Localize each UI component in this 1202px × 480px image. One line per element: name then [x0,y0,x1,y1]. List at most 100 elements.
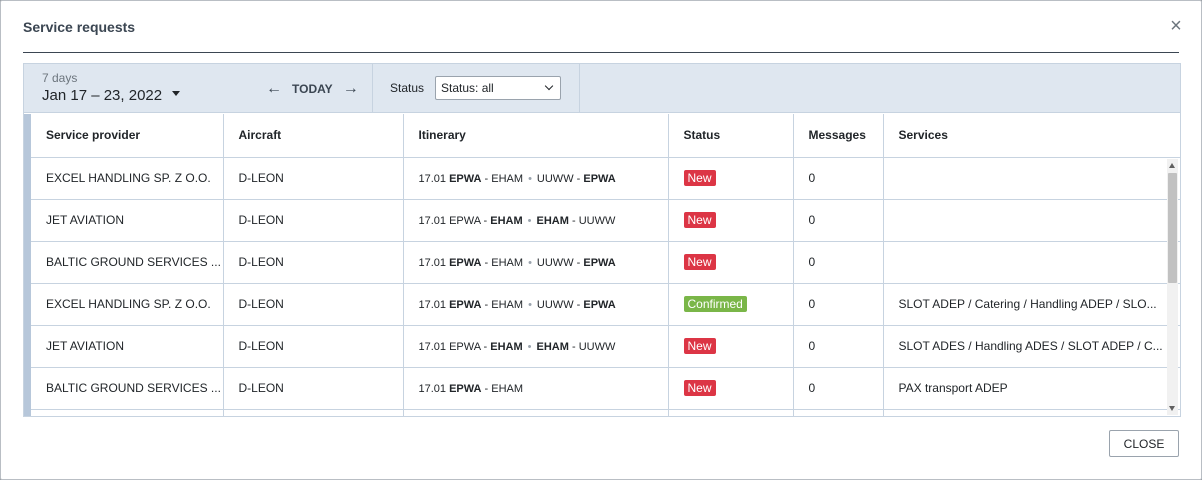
date-navigation: ← TODAY → [266,81,359,97]
itinerary-leg1-to: EHAM [491,383,524,395]
cell-messages: 0 [793,157,884,200]
cell-provider: BALTIC GROUND SERVICES ... [31,367,224,410]
column-header-itinerary[interactable]: Itinerary [403,114,669,158]
itinerary-leg2-to: EPWA [583,173,616,185]
caret-down-icon[interactable] [172,91,181,96]
column-header-services[interactable]: Services [883,114,1180,158]
table-row[interactable] [31,409,1180,416]
column-header-aircraft[interactable]: Aircraft [223,114,404,158]
itinerary-date: 17.01 [418,341,447,353]
itinerary-date: 17.01 [418,257,447,269]
toolbar-divider [372,64,373,113]
status-badge: Confirmed [683,296,747,312]
requests-table: Service provider Aircraft Itinerary Stat… [31,114,1180,416]
chevron-down-icon [544,81,554,91]
cell-aircraft: D-LEON [223,325,404,368]
itinerary-leg2-from: UUWW [536,173,574,185]
itinerary-text: 17.01 EPWA - EHAM [418,383,524,395]
itinerary-leg2-from: UUWW [536,257,574,269]
cell-services [883,157,1180,200]
close-icon[interactable]: × [1165,15,1187,37]
close-button[interactable]: CLOSE [1109,430,1179,457]
cell-status: New [668,325,794,368]
itinerary-leg1-from: EPWA [449,257,482,269]
itinerary-leg1-to: EHAM [491,257,524,269]
itinerary-leg1-from: EPWA [449,341,481,353]
status-filter-select[interactable]: Status: all [435,76,561,100]
itinerary-leg2-to: EPWA [583,299,616,311]
cell-provider: EXCEL HANDLING SP. Z O.O. [31,283,224,326]
toolbar-divider [579,64,580,113]
cell-provider: JET AVIATION [31,199,224,242]
cell-messages: 0 [793,199,884,242]
date-range-value[interactable]: Jan 17 – 23, 2022 [42,87,181,104]
leg-separator-dot: • [528,257,532,269]
arrow-right-icon[interactable]: → [343,81,359,97]
cell-provider: JET AVIATION [31,325,224,368]
itinerary-leg1-from: EPWA [449,383,482,395]
date-range-caption: 7 days [42,71,78,85]
cell-services [883,199,1180,242]
table-row[interactable]: JET AVIATION D-LEON 17.01 EPWA - EHAM • EHAM… [31,325,1180,368]
itinerary-text: 17.01 EPWA - EHAM • EHAM - UUWW [418,341,616,353]
scroll-down-icon[interactable] [1169,406,1175,411]
scroll-up-icon[interactable] [1169,163,1175,168]
itinerary-leg2-from: UUWW [536,299,574,311]
itinerary-leg1-to: EHAM [490,215,523,227]
column-header-provider[interactable]: Service provider [31,114,224,158]
itinerary-text: 17.01 EPWA - EHAM • UUWW - EPWA [418,173,616,185]
toolbar: 7 days Jan 17 – 23, 2022 ← TODAY → Statu… [24,64,1180,113]
itinerary-leg2-to: UUWW [578,341,616,353]
status-badge: New [683,212,716,228]
itinerary-leg1-from: EPWA [449,215,481,227]
cell-messages: 0 [793,325,884,368]
table-header-row: Service provider Aircraft Itinerary Stat… [31,114,1180,158]
cell-services [883,409,1180,416]
table-row[interactable]: BALTIC GROUND SERVICES ... D-LEON 17.01 EP… [31,241,1180,284]
itinerary-date: 17.01 [418,173,447,185]
table-accent-bar [24,114,31,416]
cell-messages: 0 [793,367,884,410]
itinerary-text: 17.01 EPWA - EHAM • EHAM - UUWW [418,215,616,227]
cell-provider: EXCEL HANDLING SP. Z O.O. [31,157,224,200]
date-range-picker[interactable]: 7 days Jan 17 – 23, 2022 [42,71,181,104]
itinerary-leg1-to: EHAM [491,299,524,311]
date-range-text: Jan 17 – 23, 2022 [42,87,163,104]
cell-messages [793,409,884,416]
itinerary-leg2-to: EPWA [583,257,616,269]
status-badge: New [683,170,716,186]
cell-itinerary [403,409,669,416]
table-row[interactable]: EXCEL HANDLING SP. Z O.O. D-LEON 17.01 EPW… [31,157,1180,200]
today-button[interactable]: TODAY [292,82,333,96]
itinerary-leg2-to: UUWW [578,215,616,227]
itinerary-text: 17.01 EPWA - EHAM • UUWW - EPWA [418,257,616,269]
table-row[interactable]: JET AVIATION D-LEON 17.01 EPWA - EHAM • EHAM… [31,199,1180,242]
leg-separator-dot: • [528,173,532,185]
cell-messages: 0 [793,283,884,326]
cell-status: New [668,199,794,242]
cell-provider [31,409,224,416]
cell-services: PAX transport ADEP [883,367,1180,410]
table-row[interactable]: BALTIC GROUND SERVICES ... D-LEON 17.01 EP… [31,367,1180,410]
cell-messages: 0 [793,241,884,284]
vertical-scrollbar[interactable] [1167,159,1178,415]
cell-provider: BALTIC GROUND SERVICES ... [31,241,224,284]
cell-status: New [668,157,794,200]
column-header-messages[interactable]: Messages [793,114,884,158]
itinerary-date: 17.01 [418,215,447,227]
itinerary-leg1-to: EHAM [491,173,524,185]
cell-itinerary: 17.01 EPWA - EHAM • UUWW - EPWA [403,241,669,284]
itinerary-leg1-to: EHAM [490,341,523,353]
service-requests-modal: Service requests × 7 days Jan 17 – 23, 2… [0,0,1202,480]
itinerary-leg2-from: EHAM [536,341,569,353]
status-badge: New [683,380,716,396]
scrollbar-thumb[interactable] [1168,173,1177,283]
cell-aircraft: D-LEON [223,199,404,242]
table-row[interactable]: EXCEL HANDLING SP. Z O.O. D-LEON 17.01 EPW… [31,283,1180,326]
column-header-status[interactable]: Status [668,114,794,158]
modal-title: Service requests [23,19,136,35]
cell-status: New [668,241,794,284]
cell-aircraft: D-LEON [223,241,404,284]
arrow-left-icon[interactable]: ← [266,81,282,97]
cell-services [883,241,1180,284]
